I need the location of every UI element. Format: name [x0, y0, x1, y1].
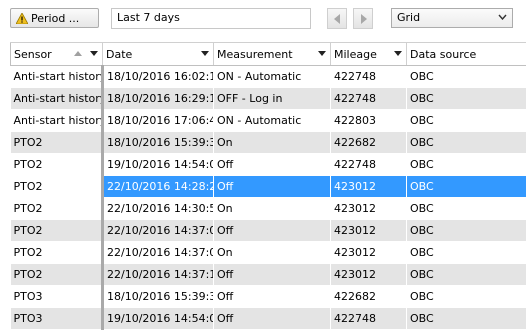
table-row[interactable]: PTO222/10/2016 14:28:29Off423012OBC	[11, 176, 526, 198]
cell-measurement[interactable]: On	[214, 132, 331, 154]
cell-mileage[interactable]: 423012	[331, 242, 407, 264]
cell-measurement[interactable]: Off	[214, 264, 331, 286]
cell-measurement[interactable]: On	[214, 242, 331, 264]
cell-sensor[interactable]: Anti-start history	[11, 66, 103, 88]
cell-date[interactable]: 18/10/2016 15:39:38	[103, 132, 214, 154]
cell-measurement[interactable]: OFF - Log in	[214, 88, 331, 110]
table-row[interactable]: PTO319/10/2016 14:54:04Off422748OBC	[11, 308, 526, 330]
cell-measurement[interactable]: ON - Automatic	[214, 66, 331, 88]
grid-header-row: Sensor Date Measurement Mileage D	[11, 43, 526, 66]
cell-data-source[interactable]: OBC	[407, 110, 526, 132]
grid-body: Anti-start history18/10/2016 16:02:17ON …	[11, 66, 526, 330]
column-filter-icon[interactable]	[394, 51, 402, 56]
table-row[interactable]: PTO222/10/2016 14:37:01Off423012OBC	[11, 220, 526, 242]
cell-sensor[interactable]: PTO3	[11, 286, 103, 308]
cell-date[interactable]: 22/10/2016 14:28:29	[103, 176, 214, 198]
table-row[interactable]: Anti-start history18/10/2016 16:02:17ON …	[11, 66, 526, 88]
cell-measurement[interactable]: Off	[214, 154, 331, 176]
cell-data-source[interactable]: OBC	[407, 264, 526, 286]
cell-data-source[interactable]: OBC	[407, 66, 526, 88]
cell-date[interactable]: 18/10/2016 16:02:17	[103, 66, 214, 88]
cell-data-source[interactable]: OBC	[407, 198, 526, 220]
cell-date[interactable]: 22/10/2016 14:37:01	[103, 220, 214, 242]
chevron-right-icon	[360, 14, 367, 24]
period-button[interactable]: Period ...	[10, 8, 99, 28]
cell-date[interactable]: 18/10/2016 15:39:38	[103, 286, 214, 308]
cell-sensor[interactable]: Anti-start history	[11, 110, 103, 132]
cell-date[interactable]: 18/10/2016 17:06:43	[103, 110, 214, 132]
previous-period-button[interactable]	[327, 8, 347, 29]
cell-data-source[interactable]: OBC	[407, 132, 526, 154]
table-row[interactable]: PTO222/10/2016 14:30:59On423012OBC	[11, 198, 526, 220]
cell-date[interactable]: 22/10/2016 14:37:14	[103, 264, 214, 286]
table-row[interactable]: PTO222/10/2016 14:37:08On423012OBC	[11, 242, 526, 264]
table-row[interactable]: PTO222/10/2016 14:37:14Off423012OBC	[11, 264, 526, 286]
cell-date[interactable]: 18/10/2016 16:29:19	[103, 88, 214, 110]
period-field[interactable]: Last 7 days	[111, 8, 311, 29]
table-row[interactable]: PTO318/10/2016 15:39:38Off422682OBC	[11, 286, 526, 308]
column-header-mileage[interactable]: Mileage	[331, 43, 407, 66]
period-button-label: Period ...	[31, 12, 79, 25]
cell-mileage[interactable]: 423012	[331, 264, 407, 286]
cell-data-source[interactable]: OBC	[407, 88, 526, 110]
cell-sensor[interactable]: PTO2	[11, 154, 103, 176]
cell-mileage[interactable]: 422682	[331, 132, 407, 154]
column-header-data-source[interactable]: Data source	[407, 43, 526, 66]
cell-data-source[interactable]: OBC	[407, 154, 526, 176]
cell-measurement[interactable]: ON - Automatic	[214, 110, 331, 132]
cell-sensor[interactable]: PTO2	[11, 132, 103, 154]
column-filter-icon[interactable]	[90, 51, 98, 56]
cell-mileage[interactable]: 422748	[331, 66, 407, 88]
cell-sensor[interactable]: PTO3	[11, 308, 103, 330]
chevron-left-icon	[334, 14, 341, 24]
sort-ascending-icon	[74, 51, 82, 56]
table-row[interactable]: Anti-start history18/10/2016 16:29:19OFF…	[11, 88, 526, 110]
cell-mileage[interactable]: 422748	[331, 154, 407, 176]
cell-sensor[interactable]: Anti-start history	[11, 88, 103, 110]
cell-date[interactable]: 19/10/2016 14:54:04	[103, 308, 214, 330]
cell-sensor[interactable]: PTO2	[11, 176, 103, 198]
table-row[interactable]: PTO218/10/2016 15:39:38On422682OBC	[11, 132, 526, 154]
cell-mileage[interactable]: 422748	[331, 308, 407, 330]
cell-data-source[interactable]: OBC	[407, 220, 526, 242]
chevron-down-icon	[498, 14, 507, 20]
column-filter-icon[interactable]	[201, 51, 209, 56]
cell-data-source[interactable]: OBC	[407, 308, 526, 330]
view-select[interactable]: Grid	[391, 8, 513, 28]
cell-sensor[interactable]: PTO2	[11, 198, 103, 220]
cell-data-source[interactable]: OBC	[407, 176, 526, 198]
cell-data-source[interactable]: OBC	[407, 286, 526, 308]
cell-date[interactable]: 22/10/2016 14:30:59	[103, 198, 214, 220]
cell-measurement[interactable]: Off	[214, 308, 331, 330]
cell-mileage[interactable]: 423012	[331, 220, 407, 242]
cell-measurement[interactable]: Off	[214, 286, 331, 308]
table-row[interactable]: Anti-start history18/10/2016 17:06:43ON …	[11, 110, 526, 132]
cell-sensor[interactable]: PTO2	[11, 242, 103, 264]
data-grid: Sensor Date Measurement Mileage D	[10, 42, 526, 330]
cell-measurement[interactable]: Off	[214, 176, 331, 198]
cell-date[interactable]: 22/10/2016 14:37:08	[103, 242, 214, 264]
column-header-sensor[interactable]: Sensor	[11, 43, 103, 66]
view-select-value: Grid	[397, 11, 420, 24]
cell-sensor[interactable]: PTO2	[11, 264, 103, 286]
cell-mileage[interactable]: 422682	[331, 286, 407, 308]
cell-mileage[interactable]: 423012	[331, 198, 407, 220]
next-period-button[interactable]	[353, 8, 373, 29]
warning-icon	[16, 13, 28, 24]
column-header-date[interactable]: Date	[103, 43, 214, 66]
cell-measurement[interactable]: Off	[214, 220, 331, 242]
toolbar: Period ... Last 7 days Grid	[0, 0, 526, 40]
cell-date[interactable]: 19/10/2016 14:54:04	[103, 154, 214, 176]
cell-sensor[interactable]: PTO2	[11, 220, 103, 242]
cell-data-source[interactable]: OBC	[407, 242, 526, 264]
table-row[interactable]: PTO219/10/2016 14:54:04Off422748OBC	[11, 154, 526, 176]
column-filter-icon[interactable]	[318, 51, 326, 56]
cell-measurement[interactable]: On	[214, 198, 331, 220]
cell-mileage[interactable]: 422748	[331, 88, 407, 110]
cell-mileage[interactable]: 423012	[331, 176, 407, 198]
cell-mileage[interactable]: 422803	[331, 110, 407, 132]
column-header-measurement[interactable]: Measurement	[214, 43, 331, 66]
